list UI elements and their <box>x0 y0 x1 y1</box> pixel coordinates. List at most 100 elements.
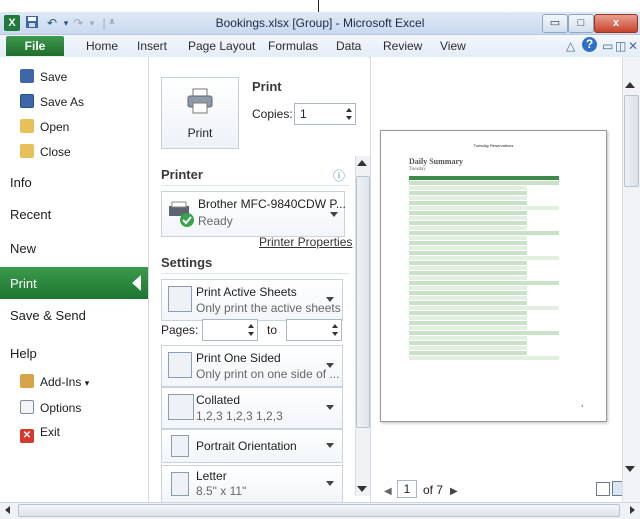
preview-table-row <box>409 246 527 250</box>
spin-down-icon[interactable] <box>346 116 352 120</box>
horizontal-scroll-thumb[interactable] <box>18 504 620 517</box>
spin-up-icon[interactable] <box>248 324 254 328</box>
title-bar: X ↶ ▾ ↷ ▾ | ⩡ Bookings.xlsx [Group] - Mi… <box>0 12 640 35</box>
orientation-dropdown[interactable]: Portrait Orientation <box>161 429 343 463</box>
preview-table-row <box>409 321 527 325</box>
nav-new[interactable]: New <box>10 241 36 256</box>
preview-table-row <box>409 251 527 255</box>
tab-insert[interactable]: Insert <box>137 39 167 53</box>
nav-add-ins[interactable]: Add-Ins ▾ <box>20 374 89 389</box>
nav-info[interactable]: Info <box>10 175 32 190</box>
pages-from-spinner[interactable] <box>202 319 258 341</box>
exit-icon: ✕ <box>20 429 34 443</box>
collation-dropdown[interactable]: Collated 1,2,3 1,2,3 1,2,3 <box>161 387 343 429</box>
workbook-restore-icon[interactable]: ◫ <box>615 39 626 53</box>
paper-icon <box>171 472 189 496</box>
workbook-close-icon[interactable]: ✕ <box>628 39 638 53</box>
printer-status-icon <box>169 201 194 227</box>
tab-view[interactable]: View <box>440 39 466 53</box>
preview-table-row <box>409 306 559 310</box>
scroll-down-icon[interactable] <box>357 486 367 492</box>
preview-scroll-up-icon[interactable] <box>625 82 635 88</box>
printer-properties-link[interactable]: Printer Properties <box>259 235 352 249</box>
printer-dropdown[interactable]: Brother MFC-9840CDW P... Ready <box>161 191 346 237</box>
printer-dropdown-arrow-icon <box>330 212 338 217</box>
nav-options-label: Options <box>40 401 82 415</box>
collated-icon <box>168 394 194 420</box>
workbook-minimize-icon[interactable]: ▭ <box>602 39 613 53</box>
printer-info-icon[interactable]: ⓘ <box>333 167 345 184</box>
scroll-left-icon[interactable] <box>5 506 10 514</box>
preview-table-row <box>409 316 527 320</box>
add-ins-icon <box>20 374 34 388</box>
nav-save-as[interactable]: Save As <box>20 94 84 109</box>
nav-exit[interactable]: ✕ Exit <box>20 425 60 443</box>
dropdown-arrow-icon <box>326 405 334 410</box>
settings-scroll-thumb[interactable] <box>356 176 370 428</box>
minimize-button[interactable]: ▭ <box>542 14 568 33</box>
tab-file[interactable]: File <box>6 36 64 56</box>
print-button-label: Print <box>187 126 213 140</box>
nav-save[interactable]: Save <box>20 69 67 84</box>
nav-options[interactable]: Options <box>20 400 81 415</box>
preview-table-row <box>409 201 527 205</box>
preview-table-row <box>409 231 559 235</box>
print-button[interactable]: Print <box>161 77 239 149</box>
next-page-icon[interactable]: ▶ <box>450 486 458 497</box>
spin-down-icon[interactable] <box>248 332 254 336</box>
sides-desc: Only print on one side of ... <box>196 367 340 381</box>
nav-add-ins-label: Add-Ins <box>40 375 82 389</box>
tab-formulas[interactable]: Formulas <box>268 39 318 53</box>
pages-to-spinner[interactable] <box>286 319 342 341</box>
dropdown-arrow-icon <box>326 481 334 486</box>
paper-size-dropdown[interactable]: Letter 8.5" x 11" <box>161 465 343 503</box>
preview-scroll-down-icon[interactable] <box>625 466 635 472</box>
preview-table-row <box>409 221 527 225</box>
doc-subtitle: Tuesday <box>409 167 426 172</box>
preview-scroll-thumb[interactable] <box>624 95 639 187</box>
show-margins-icon[interactable] <box>596 482 610 496</box>
preview-table-row <box>409 281 559 285</box>
sides-dropdown[interactable]: Print One Sided Only print on one side o… <box>161 345 343 387</box>
scroll-up-icon[interactable] <box>357 160 367 166</box>
spin-up-icon[interactable] <box>346 108 352 112</box>
options-icon <box>20 400 34 414</box>
preview-table-row <box>409 261 527 265</box>
scroll-right-icon[interactable] <box>630 506 635 514</box>
nav-open[interactable]: Open <box>20 119 69 134</box>
backstage-nav: Save Save As Open Close Info Recent New … <box>0 57 149 502</box>
nav-save-send[interactable]: Save & Send <box>10 308 86 323</box>
preview-table-row <box>409 286 527 290</box>
minimize-ribbon-icon[interactable]: △ <box>566 39 575 53</box>
nav-close[interactable]: Close <box>20 144 71 159</box>
dropdown-arrow-icon <box>326 443 334 448</box>
ribbon-tabs: File Home Insert Page Layout Formulas Da… <box>0 35 640 58</box>
nav-recent[interactable]: Recent <box>10 207 51 222</box>
preview-table-row <box>409 311 527 315</box>
help-icon[interactable]: ? <box>582 37 597 52</box>
preview-table-row <box>409 196 527 200</box>
tab-page-layout[interactable]: Page Layout <box>188 39 255 53</box>
nav-print[interactable]: Print <box>10 276 37 291</box>
pages-to-label: to <box>267 323 278 337</box>
tab-data[interactable]: Data <box>336 39 361 53</box>
prev-page-icon[interactable]: ◀ <box>384 486 392 497</box>
portrait-icon <box>171 435 189 457</box>
spin-up-icon[interactable] <box>332 324 338 328</box>
maximize-button[interactable]: □ <box>568 14 594 33</box>
copies-spinner[interactable]: 1 <box>294 103 356 125</box>
spin-down-icon[interactable] <box>332 332 338 336</box>
preview-table-row <box>409 341 527 345</box>
tab-review[interactable]: Review <box>383 39 422 53</box>
nav-help[interactable]: Help <box>10 346 37 361</box>
nav-exit-label: Exit <box>40 425 61 439</box>
copies-value: 1 <box>300 107 307 121</box>
preview-table-row <box>409 326 527 330</box>
print-what-dropdown[interactable]: Print Active Sheets Only print the activ… <box>161 279 343 321</box>
print-what-desc: Only print the active sheets <box>196 301 341 315</box>
printer-divider <box>161 185 349 186</box>
current-page-input[interactable]: 1 <box>397 480 417 498</box>
preview-table-row <box>409 211 527 215</box>
tab-home[interactable]: Home <box>86 39 118 53</box>
close-window-button[interactable]: x <box>594 14 638 33</box>
